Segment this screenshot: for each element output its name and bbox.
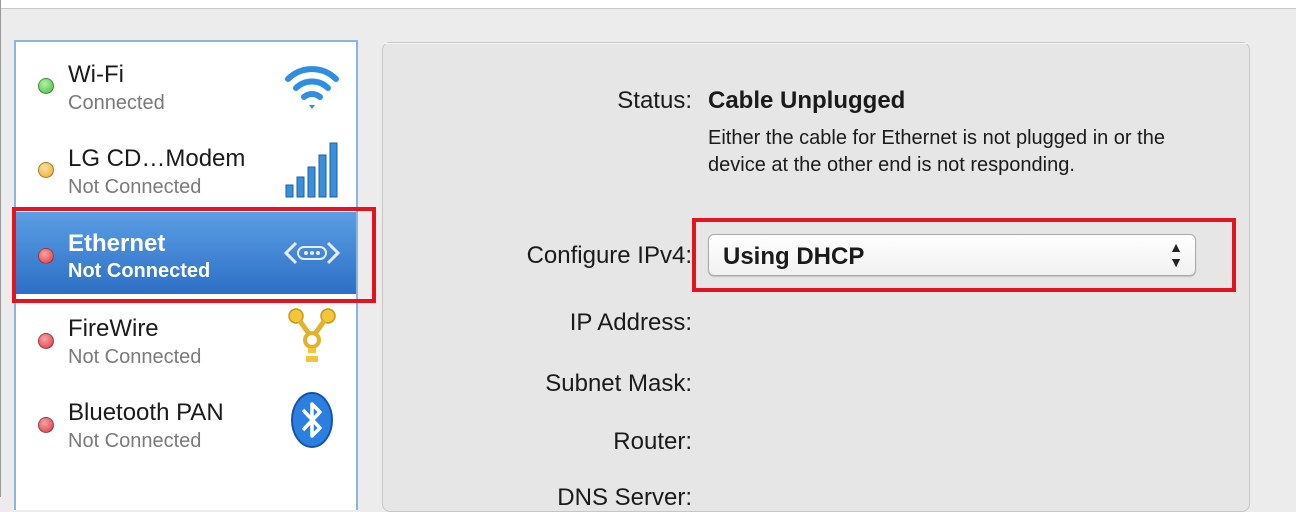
service-name: LG CD…Modem [68,145,246,172]
service-item-bluetooth-pan[interactable]: Bluetooth PAN Not Connected [16,380,356,462]
firewire-icon [288,308,336,362]
bluetooth-icon [291,392,333,448]
service-state: Connected [68,92,165,114]
status-red-dot-icon [38,333,54,349]
status-yellow-dot-icon [38,162,54,178]
status-label: Status: [617,87,692,114]
service-state: Not Connected [68,346,202,368]
ethernet-highlight-box [12,207,376,303]
subnet-mask-label: Subnet Mask: [545,370,692,397]
service-name: FireWire [68,315,159,342]
signal-bars-icon [285,142,338,198]
service-state: Not Connected [68,430,202,452]
window-left-edge [0,0,1,497]
configure-ipv4-highlight-box [692,218,1236,292]
status-green-dot-icon [38,78,54,94]
service-state: Not Connected [68,176,202,198]
dns-server-label: DNS Server: [557,484,692,511]
service-item-lg-modem[interactable]: LG CD…Modem Not Connected [16,129,356,211]
router-label: Router: [613,428,692,455]
service-item-wifi[interactable]: Wi-Fi Connected [16,45,356,127]
service-name: Wi-Fi [68,61,124,88]
wifi-icon [285,66,339,109]
status-description: Either the cable for Ethernet is not plu… [708,127,1165,176]
window-top-edge [0,0,1296,9]
status-red-dot-icon [38,417,54,433]
service-name: Bluetooth PAN [68,399,224,426]
status-value: Cable Unplugged [708,87,906,114]
service-item-firewire[interactable]: FireWire Not Connected [16,296,356,378]
ip-address-label: IP Address: [569,309,692,336]
configure-ipv4-label: Configure IPv4: [526,242,692,269]
panel-top-highlight [384,43,1248,44]
